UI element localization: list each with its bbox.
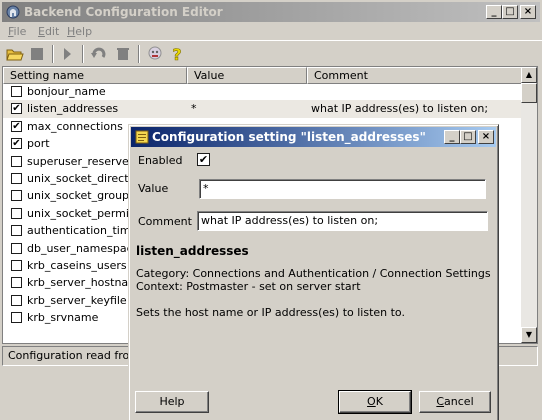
cancel-button[interactable]: Cancel: [419, 391, 491, 413]
minimize-button[interactable]: _: [486, 5, 502, 19]
menu-edit[interactable]: Edit: [38, 25, 59, 38]
value-label: Value: [138, 182, 169, 195]
row-enabled-checkbox[interactable]: [11, 190, 22, 202]
undo-icon[interactable]: [90, 45, 108, 63]
list-vertical-scrollbar[interactable]: ▲ ▼: [521, 67, 537, 343]
row-enabled-checkbox[interactable]: ✔: [11, 103, 22, 115]
column-header-value[interactable]: Value: [187, 67, 307, 84]
dialog-title: Configuration setting "listen_addresses": [152, 130, 426, 144]
ok-button[interactable]: OK: [338, 390, 412, 414]
dialog-close-button[interactable]: ×: [478, 130, 494, 144]
table-row[interactable]: bonjour_name: [3, 83, 522, 101]
toolbar: ?: [0, 40, 542, 67]
configuration-setting-dialog: Configuration setting "listen_addresses"…: [128, 124, 499, 420]
maximize-button[interactable]: □: [502, 5, 518, 19]
setting-name-cell: listen_addresses: [27, 102, 119, 116]
scroll-up-button[interactable]: ▲: [521, 67, 537, 83]
row-enabled-checkbox[interactable]: ✔: [11, 138, 22, 150]
menu-help[interactable]: Help: [67, 25, 92, 38]
row-enabled-checkbox[interactable]: [11, 207, 22, 219]
hint-icon[interactable]: [146, 45, 164, 63]
enabled-checkbox[interactable]: ✔: [197, 153, 210, 166]
close-button[interactable]: ×: [520, 5, 536, 19]
toolbar-separator: [52, 45, 54, 63]
comment-input[interactable]: what IP address(es) to listen on;: [197, 211, 488, 231]
menu-file[interactable]: File: [8, 25, 26, 38]
setting-description: Sets the host name or IP address(es) to …: [136, 306, 405, 319]
setting-name-heading: listen_addresses: [136, 244, 249, 258]
help-icon[interactable]: ?: [168, 45, 186, 65]
row-enabled-checkbox[interactable]: ✔: [11, 120, 22, 132]
setting-context: Context: Postmaster - set on server star…: [136, 280, 361, 293]
row-enabled-checkbox[interactable]: [11, 155, 22, 167]
save-icon[interactable]: [28, 45, 46, 63]
row-enabled-checkbox[interactable]: [11, 173, 22, 184]
toolbar-separator: [82, 45, 84, 63]
setting-value-cell: *: [191, 102, 197, 116]
delete-icon[interactable]: [114, 45, 132, 63]
setting-comment-cell: what IP address(es) to listen on;: [311, 102, 489, 116]
setting-name-cell: bonjour_name: [27, 85, 106, 98]
main-window-title: Backend Configuration Editor: [24, 5, 223, 19]
table-row[interactable]: ✔ listen_addresses * what IP address(es) to…: [3, 100, 522, 119]
row-enabled-checkbox[interactable]: [11, 242, 22, 254]
column-header-setting-name[interactable]: Setting name: [3, 67, 187, 84]
dialog-app-icon: [135, 130, 149, 144]
setting-category: Category: Connections and Authentication…: [136, 267, 491, 280]
menu-bar: File Edit Help: [0, 22, 542, 40]
row-enabled-checkbox[interactable]: [11, 86, 22, 97]
scroll-down-button[interactable]: ▼: [521, 327, 537, 343]
toolbar-separator: [138, 45, 140, 63]
dialog-title-bar[interactable]: Configuration setting "listen_addresses"…: [131, 127, 496, 147]
svg-text:?: ?: [172, 45, 181, 63]
app-elephant-icon: [5, 4, 21, 20]
run-icon[interactable]: [58, 45, 76, 63]
row-enabled-checkbox[interactable]: [11, 294, 22, 306]
help-button[interactable]: Help: [135, 391, 209, 413]
dialog-maximize-button[interactable]: □: [460, 130, 476, 144]
enabled-label: Enabled: [138, 154, 183, 167]
main-title-bar[interactable]: Backend Configuration Editor _ □ ×: [2, 2, 540, 22]
row-enabled-checkbox[interactable]: [11, 312, 22, 324]
open-icon[interactable]: [6, 45, 24, 63]
value-input[interactable]: *: [199, 179, 486, 199]
dialog-minimize-button[interactable]: _: [444, 130, 460, 144]
scroll-thumb[interactable]: [521, 83, 537, 103]
row-enabled-checkbox[interactable]: [11, 225, 22, 237]
comment-label: Comment: [138, 215, 192, 228]
column-header-comment[interactable]: Comment: [307, 67, 522, 84]
row-enabled-checkbox[interactable]: [11, 260, 22, 271]
row-enabled-checkbox[interactable]: [11, 277, 22, 289]
